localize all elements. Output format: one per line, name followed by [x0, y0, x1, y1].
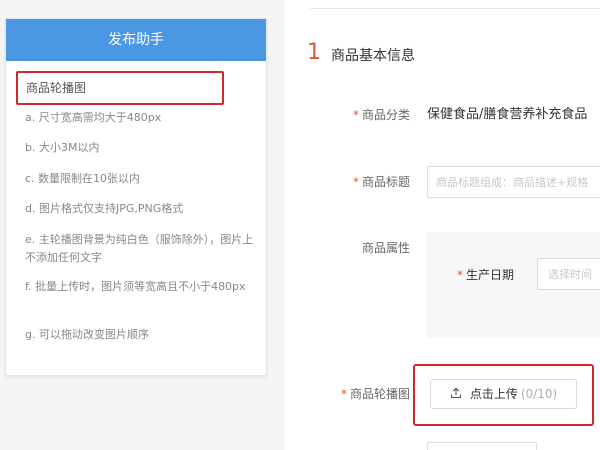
upload-icon — [450, 387, 461, 399]
required-mark: * — [352, 108, 359, 122]
required-mark: * — [352, 175, 359, 189]
divider — [310, 8, 600, 9]
carousel-label: * 商品轮播图 — [340, 387, 410, 401]
helper-tip-reorder: g. 可以拖动改变图片顺序 — [25, 328, 149, 341]
production-date-label: * 生产日期 — [457, 268, 515, 282]
title-label: * 商品标题 — [352, 175, 410, 189]
upload-count: (0/10) — [520, 387, 558, 401]
upload-button-label: 点击上传 — [469, 387, 518, 401]
section-number: 1 — [307, 40, 321, 65]
production-date-input[interactable] — [537, 258, 600, 290]
required-mark: * — [457, 268, 463, 282]
category-label: * 商品分类 — [352, 108, 410, 122]
upload-button[interactable]: 点击上传 (0/10) — [430, 379, 577, 409]
helper-tip-batch-upload: f. 批量上传时，图片须等宽高且不小于480px — [25, 280, 246, 293]
publish-helper-panel: 发布助手 商品轮播图 a. 尺寸宽高需均大于480px b. 大小3M以内 c.… — [5, 18, 267, 376]
next-field-box — [427, 442, 537, 450]
product-title-input[interactable] — [427, 166, 600, 198]
helper-section-title: 商品轮播图 — [16, 71, 224, 105]
helper-tip-size: a. 尺寸宽高需均大于480px — [25, 111, 162, 124]
publish-page: 发布助手 商品轮播图 a. 尺寸宽高需均大于480px b. 大小3M以内 c.… — [0, 0, 600, 450]
category-value: 保健食品/膳食营养补充食品 — [427, 107, 588, 122]
helper-header: 发布助手 — [6, 19, 266, 61]
required-mark: * — [340, 387, 347, 401]
helper-tip-background: e. 主轮播图背景为纯白色（服饰除外），图片上不添加任何文字 — [25, 233, 254, 264]
attributes-label: 商品属性 — [361, 241, 410, 255]
helper-tip-format: d. 图片格式仅支持JPG,PNG格式 — [25, 202, 184, 215]
section-title: 商品基本信息 — [331, 48, 415, 64]
product-form: 1 商品基本信息 *商品分类 保健食品/膳食营养补充食品 *商品标题 商品属性 … — [285, 0, 600, 450]
helper-tip-count: c. 数量限制在10张以内 — [25, 172, 141, 185]
helper-tip-filesize: b. 大小3M以内 — [25, 141, 100, 154]
